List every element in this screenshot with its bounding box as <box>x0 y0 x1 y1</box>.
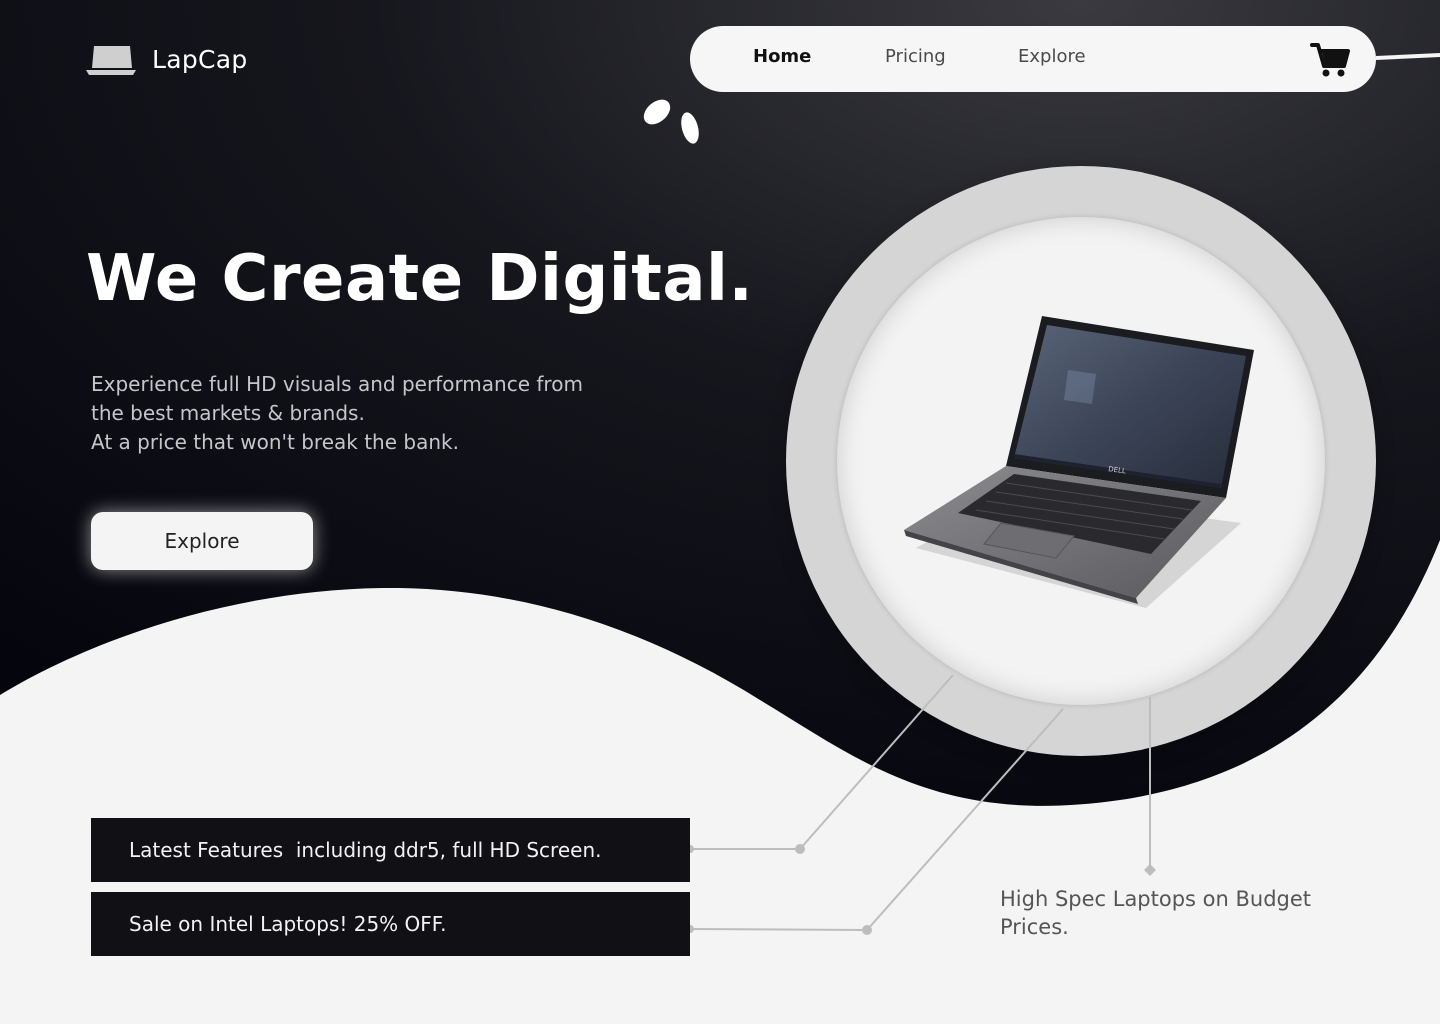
hero-title: We Create Digital. <box>86 242 754 316</box>
top-nav: Home Pricing Explore <box>690 26 1376 92</box>
feature-banner-sale: Sale on Intel Laptops! 25% OFF. <box>91 892 690 956</box>
brand-name: LapCap <box>152 44 248 74</box>
nav-pricing-link[interactable]: Pricing <box>885 46 946 67</box>
laptop-icon <box>86 46 136 75</box>
nav-home-link[interactable]: Home <box>753 46 811 67</box>
hero-subtitle-line: the best markets & brands. <box>91 401 365 425</box>
brand-logo[interactable]: LapCap <box>86 42 248 76</box>
laptop-product-image: DELL <box>904 316 1254 608</box>
feature-banner-ddr5: Latest Features including ddr5, full HD … <box>91 818 690 882</box>
hero-subtitle-line: Experience full HD visuals and performan… <box>91 372 583 396</box>
hero-subtitle: Experience full HD visuals and performan… <box>91 370 651 457</box>
hero-subtitle-line: At a price that won't break the bank. <box>91 430 459 454</box>
explore-button[interactable]: Explore <box>91 512 313 570</box>
cart-icon[interactable] <box>1310 40 1350 78</box>
spec-note: High Spec Laptops on Budget Prices. <box>1000 887 1312 939</box>
nav-explore-link[interactable]: Explore <box>1018 46 1086 67</box>
